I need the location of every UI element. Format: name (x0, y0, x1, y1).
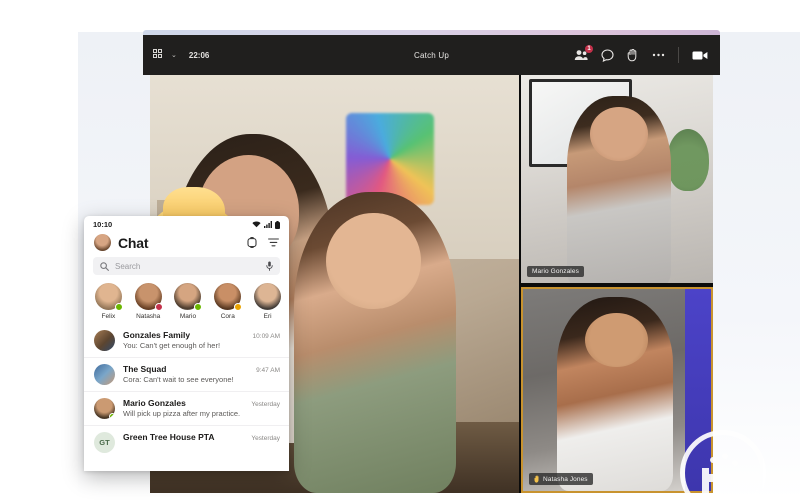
more-options-icon[interactable] (652, 53, 665, 57)
avatar (254, 283, 282, 310)
video-tile-name: Mario Gonzales (532, 268, 579, 275)
person-chip[interactable]: Mario (171, 283, 206, 320)
video-tile-name: Natasha Jones (543, 475, 588, 483)
window-title: Catch Up (414, 50, 449, 60)
avatar (94, 398, 115, 419)
microphone-icon[interactable] (266, 261, 273, 271)
list-item[interactable]: Gonzales Family 10:09 AM You: Can't get … (84, 324, 289, 357)
people-count-badge: 1 (585, 45, 593, 53)
chat-name: Mario Gonzales (123, 398, 186, 408)
scene-child-participant (293, 192, 457, 493)
person-name: Natasha (136, 313, 161, 320)
tile-mario-frame (521, 75, 713, 283)
call-timer: 22:06 (188, 50, 210, 60)
list-item-header: The Squad 9:47 AM (123, 364, 280, 374)
person-chip[interactable]: Eri (250, 283, 285, 320)
chat-time: 10:09 AM (252, 333, 280, 340)
presence-dot (109, 413, 115, 419)
presence-dot (154, 303, 163, 311)
toolbar-divider (678, 47, 679, 63)
video-tile-name-chip: Mario Gonzales (527, 266, 584, 277)
chat-name: Green Tree House PTA (123, 432, 215, 442)
list-item-header: Gonzales Family 10:09 AM (123, 330, 280, 340)
list-item-body: Green Tree House PTA Yesterday (123, 432, 280, 442)
list-item[interactable]: Mario Gonzales Yesterday Will pick up pi… (84, 391, 289, 425)
tile-scene-person (567, 95, 671, 283)
camera-icon[interactable] (692, 50, 708, 61)
chat-preview: Cora: Can't wait to see everyone! (123, 375, 234, 384)
chat-bubble-icon[interactable] (601, 48, 614, 62)
page-title: Chat (118, 234, 149, 251)
titlebar-right-controls: 1 (530, 45, 710, 63)
avatar (94, 330, 115, 351)
status-bar-time: 10:10 (93, 220, 113, 229)
chevron-down-icon[interactable]: ⌄ (171, 52, 177, 59)
list-item-header: Green Tree House PTA Yesterday (123, 432, 280, 442)
presence-dot (234, 303, 243, 311)
search-icon (100, 261, 109, 271)
phone-status-bar: 10:10 (84, 216, 289, 233)
list-item[interactable]: GT Green Tree House PTA Yesterday (84, 425, 289, 459)
person-name: Felix (101, 313, 116, 320)
avatar (94, 364, 115, 385)
scene-child-face (326, 213, 421, 310)
avatar (134, 283, 163, 311)
chat-time: Yesterday (251, 401, 280, 408)
tile-scene-person (556, 297, 674, 491)
avatar (214, 283, 243, 311)
tile-scene-face (584, 312, 648, 367)
presence-dot (194, 303, 203, 311)
video-tile-mario[interactable]: Mario Gonzales (521, 75, 713, 283)
chat-header-actions (247, 237, 279, 248)
person-name: Eri (263, 313, 272, 320)
scene-wall-art (345, 112, 435, 205)
chat-time: 9:47 AM (256, 367, 280, 374)
chat-name: The Squad (123, 364, 167, 374)
avatar-initials: GT (94, 432, 115, 453)
titlebar-left-controls: ⌄ 22:06 (153, 49, 333, 61)
person-chip[interactable]: Natasha (131, 283, 166, 320)
tile-scene-face (589, 107, 648, 161)
filter-icon[interactable] (268, 238, 279, 247)
list-item-body: Gonzales Family 10:09 AM You: Can't get … (123, 330, 280, 350)
presence-dot (114, 303, 123, 311)
avatar (174, 283, 203, 311)
person-chip[interactable]: Cora (210, 283, 245, 320)
chat-time: Yesterday (251, 435, 280, 442)
person-name: Cora (220, 313, 235, 320)
person-chip[interactable]: Felix (91, 283, 126, 320)
list-item-body: Mario Gonzales Yesterday Will pick up pi… (123, 398, 280, 418)
mobile-chat-panel: 10:10 Chat Search Felix Natasha Mario Co… (84, 216, 289, 471)
watermark-logo (680, 430, 766, 500)
camera-meet-icon[interactable] (247, 237, 257, 248)
tile-scene-plant (666, 129, 710, 192)
search-input[interactable]: Search (115, 262, 260, 271)
raised-hand-icon (534, 475, 539, 483)
wifi-icon (252, 221, 261, 228)
search-bar[interactable]: Search (93, 257, 280, 275)
signal-icon (264, 221, 272, 228)
chat-preview: Will pick up pizza after my practice. (123, 409, 241, 418)
grid-view-icon[interactable] (153, 49, 165, 61)
status-bar-icons (252, 220, 280, 229)
list-item[interactable]: The Squad 9:47 AM Cora: Can't wait to se… (84, 357, 289, 391)
people-icon[interactable]: 1 (574, 45, 593, 61)
list-item-header: Mario Gonzales Yesterday (123, 398, 280, 408)
list-item-body: The Squad 9:47 AM Cora: Can't wait to se… (123, 364, 280, 384)
screenshot-root: ⌄ 22:06 Catch Up 1 Mario Gonzales Natash… (0, 0, 800, 500)
raise-hand-icon[interactable] (627, 48, 639, 62)
person-name: Mario (179, 313, 197, 320)
chat-panel-header: Chat (84, 233, 289, 257)
window-titlebar: ⌄ 22:06 Catch Up 1 (143, 35, 720, 75)
battery-icon (275, 220, 280, 229)
video-tile-name-chip: Natasha Jones (529, 473, 593, 485)
avatar (94, 283, 123, 311)
chat-preview: You: Can't get enough of her! (123, 341, 221, 350)
chat-name: Gonzales Family (123, 330, 191, 340)
chat-list: Gonzales Family 10:09 AM You: Can't get … (84, 324, 289, 459)
recent-people-row: Felix Natasha Mario Cora Eri (84, 275, 289, 324)
avatar[interactable] (94, 234, 111, 251)
